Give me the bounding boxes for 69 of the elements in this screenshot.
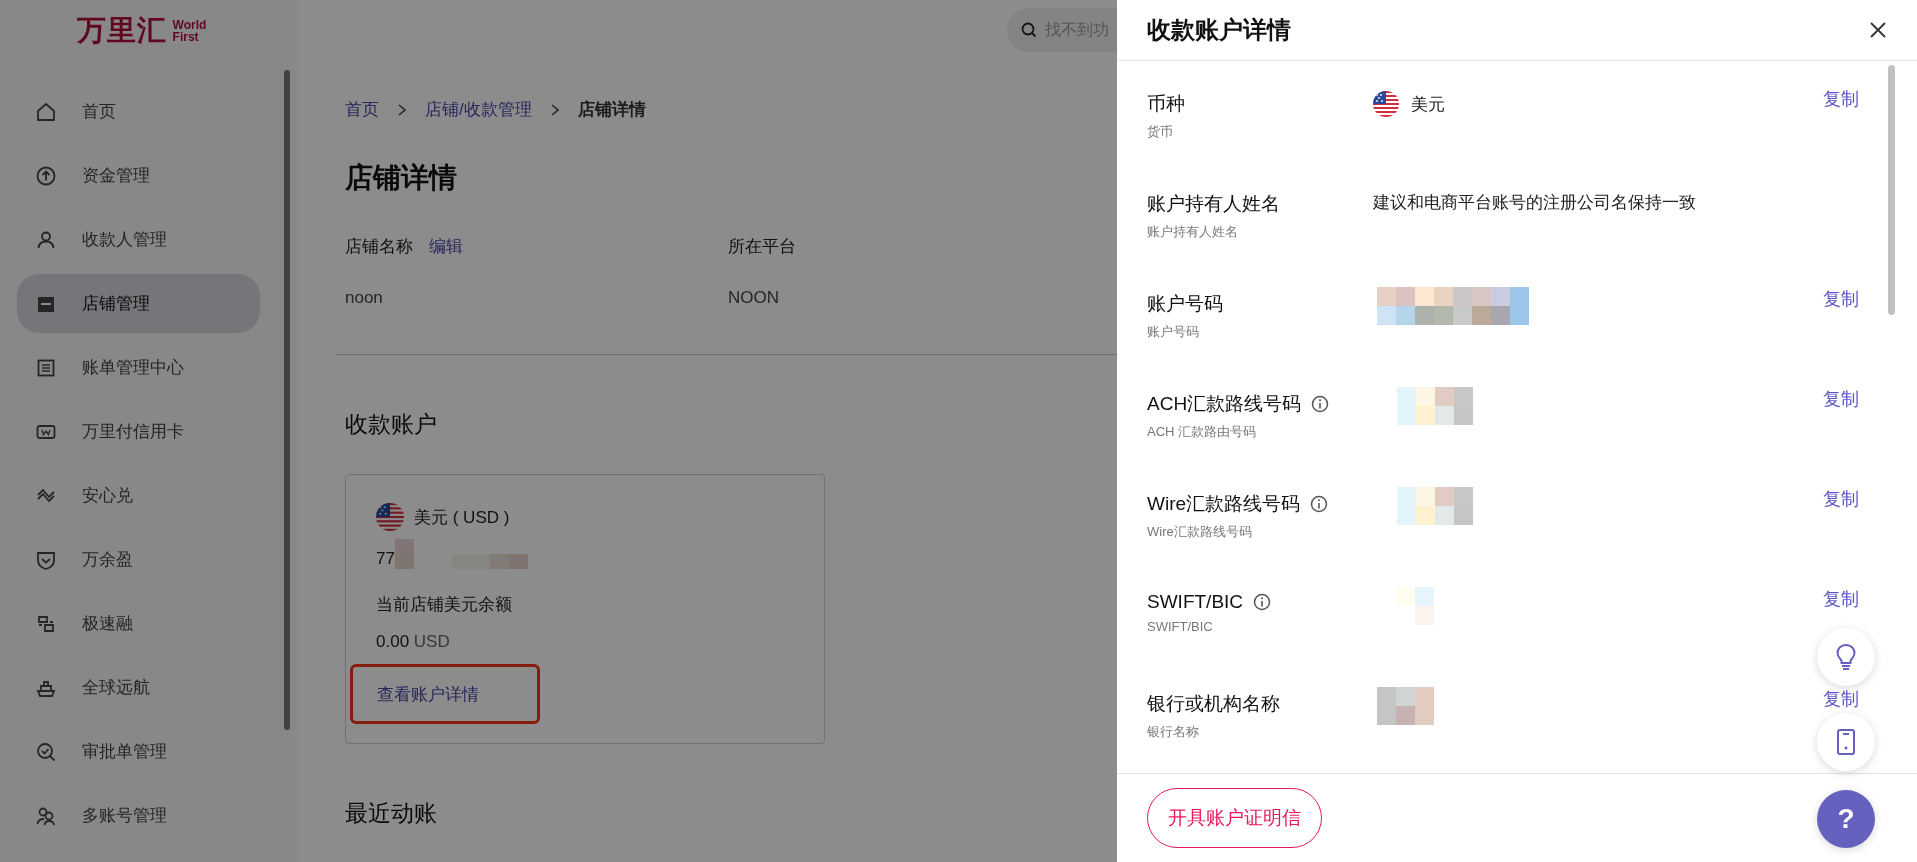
copy-link[interactable]: 复制 [1823, 487, 1859, 511]
sidebar-item[interactable]: 极速融 [17, 594, 260, 653]
search-icon [1021, 22, 1037, 38]
balance-amount: 0.00 USD [376, 632, 451, 652]
sidebar-item[interactable]: 店铺管理 [17, 274, 260, 333]
detail-sublabel: SWIFT/BIC [1147, 619, 1214, 634]
scrollbar[interactable] [284, 70, 290, 730]
sidebar-item[interactable]: 首页 [17, 82, 260, 141]
arrow-up-circle-icon [35, 164, 57, 187]
info-icon[interactable] [1253, 593, 1272, 611]
logo-text: 万里汇 [76, 13, 167, 48]
sidebar-item[interactable]: 万余盈 [17, 530, 260, 589]
us-flag-icon [376, 503, 404, 531]
view-details-link[interactable]: 查看账户详情 [377, 682, 479, 706]
info-icon[interactable] [1310, 495, 1329, 513]
close-icon[interactable] [1869, 21, 1887, 39]
us-flag-icon [1373, 91, 1399, 117]
copy-link[interactable]: 复制 [1823, 687, 1859, 711]
field-value: noon [345, 288, 384, 308]
detail-sublabel: ACH 汇款路由号码 [1147, 423, 1258, 441]
detail-label: 账户号码 [1147, 292, 1223, 316]
detail-label: 币种 [1147, 92, 1185, 116]
field-value: NOON [728, 288, 780, 308]
drawer-title: 收款账户详情 [1147, 15, 1291, 45]
field-label: 店铺名称 [345, 236, 413, 258]
detail-label: 银行或机构名称 [1147, 692, 1280, 716]
sidebar-item[interactable]: 万里付信用卡 [17, 402, 260, 461]
sidebar-item[interactable]: 审批单管理 [17, 722, 260, 781]
copy-link[interactable]: 复制 [1823, 587, 1859, 611]
copy-link[interactable]: 复制 [1823, 287, 1859, 311]
balance-label: 当前店铺美元余额 [376, 594, 513, 616]
search-check-icon [35, 740, 57, 763]
detail-sublabel: 货币 [1147, 123, 1174, 141]
edit-link[interactable]: 编辑 [429, 235, 463, 258]
sidebar-item[interactable]: 安心兑 [17, 466, 260, 525]
sidebar-item[interactable]: 账单管理中心 [17, 338, 260, 397]
detail-sublabel: 账户号码 [1147, 323, 1200, 341]
detail-label: Wire汇款路线号码 [1147, 492, 1301, 516]
certificate-button[interactable]: 开具账户证明信 [1147, 788, 1322, 848]
breadcrumb-link[interactable]: 首页 [345, 98, 379, 121]
detail-label: SWIFT/BIC [1147, 591, 1244, 613]
field-label: 所在平台 [728, 236, 796, 258]
detail-value: 美元 [1411, 93, 1445, 116]
logo-tagline: World First [172, 19, 207, 43]
breadcrumb-link[interactable]: 店铺/收款管理 [425, 98, 532, 121]
pixelated-mask [1377, 687, 1434, 725]
home-icon [35, 100, 57, 123]
detail-sublabel: 银行名称 [1147, 723, 1200, 741]
scrollbar[interactable] [1888, 65, 1895, 315]
detail-label: 账户持有人姓名 [1147, 192, 1280, 216]
detail-label: ACH汇款路线号码 [1147, 392, 1302, 416]
info-icon[interactable] [1311, 395, 1330, 413]
chevron-icon [397, 102, 407, 117]
section-title: 收款账户 [345, 410, 438, 439]
account-number: 77 [376, 549, 395, 569]
sidebar-item[interactable]: 多账号管理 [17, 786, 260, 845]
chevron-icon [549, 102, 560, 117]
detail-sublabel: 账户持有人姓名 [1147, 223, 1239, 241]
currency-name: 美元 ( USD ) [414, 506, 510, 529]
detail-sublabel: Wire汇款路线号码 [1147, 523, 1253, 541]
sidebar-item[interactable]: 资金管理 [17, 146, 260, 205]
sidebar-item[interactable]: 全球远航 [17, 658, 260, 717]
page-title: 店铺详情 [345, 161, 458, 195]
sidebar-item[interactable]: 收款人管理 [17, 210, 260, 269]
phone-icon [1835, 727, 1857, 757]
copy-link[interactable]: 复制 [1823, 87, 1859, 111]
detail-value: 建议和电商平台账号的注册公司名保持一致 [1373, 192, 1696, 214]
section-title: 最近动账 [345, 799, 438, 828]
copy-link[interactable]: 复制 [1823, 387, 1859, 411]
